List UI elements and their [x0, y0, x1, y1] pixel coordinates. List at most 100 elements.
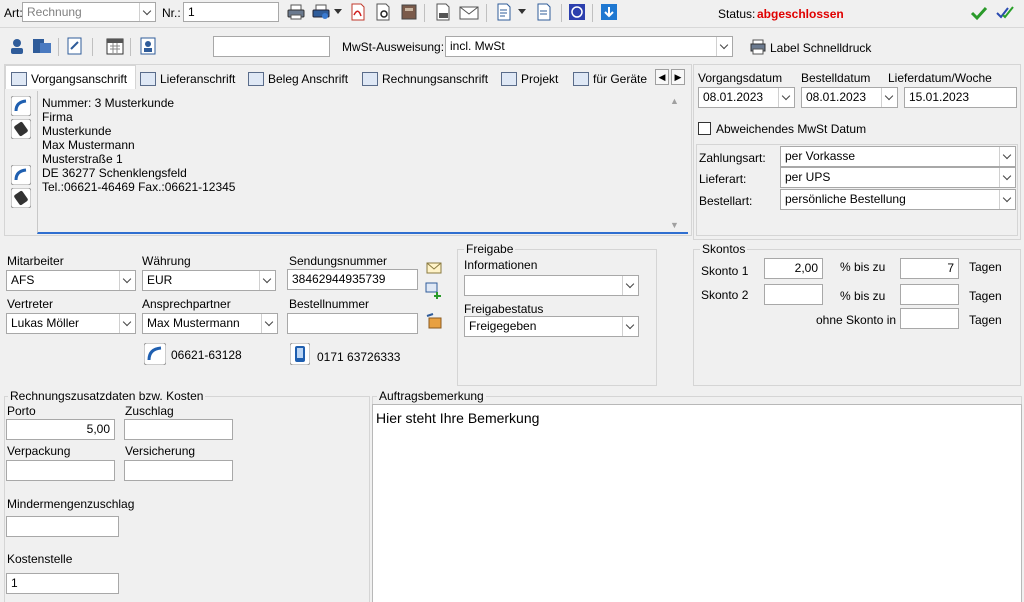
chevron-down-icon[interactable]	[999, 168, 1015, 187]
skonto1-days-input[interactable]: 7	[900, 258, 959, 279]
bestelldatum-label: Bestelldatum	[801, 71, 871, 85]
email-icon[interactable]	[459, 4, 479, 20]
freigabestatus-select[interactable]: Freigegeben	[464, 316, 639, 337]
edit-document-icon[interactable]	[66, 37, 84, 55]
order-number-icon[interactable]	[425, 312, 443, 330]
bestellnummer-input[interactable]	[287, 313, 418, 334]
versicherung-input[interactable]	[124, 460, 233, 481]
tab-scroll-left-icon[interactable]: ◀	[655, 69, 669, 85]
bemerkung-textarea[interactable]: Hier steht Ihre Bemerkung	[372, 404, 1022, 602]
mobile-phone-icon[interactable]	[11, 119, 31, 139]
mobile-number: 0171 63726333	[317, 350, 401, 364]
chevron-down-icon[interactable]	[259, 271, 275, 290]
kostenstelle-input[interactable]: 1	[6, 573, 119, 594]
phone-icon[interactable]	[144, 343, 166, 365]
tab-lieferanschrift[interactable]: Lieferanschrift	[140, 69, 235, 89]
dropdown-arrow-icon[interactable]	[518, 9, 526, 15]
verpackung-input[interactable]	[6, 460, 115, 481]
document-icon[interactable]	[496, 3, 512, 21]
chevron-down-icon[interactable]	[716, 37, 732, 56]
user-group-icon[interactable]	[32, 37, 52, 55]
porto-input[interactable]: 5,00	[6, 419, 115, 440]
nr-input[interactable]: 1	[183, 2, 279, 22]
mwst-select[interactable]: incl. MwSt	[445, 36, 733, 57]
ansprechpartner-select[interactable]: Max Mustermann	[142, 313, 278, 334]
mobile-phone-icon[interactable]	[11, 188, 31, 208]
sendungsnummer-input[interactable]: 38462944935739	[287, 269, 418, 290]
mindermengen-input[interactable]	[6, 516, 119, 537]
dropdown-arrow-icon[interactable]	[334, 9, 342, 15]
toolbar-divider	[486, 4, 487, 22]
skonto2-percent-input[interactable]	[764, 284, 823, 305]
zahlungsart-select[interactable]: per Vorkasse	[780, 146, 1016, 167]
tab-vorgangsanschrift[interactable]: Vorgangsanschrift	[11, 69, 127, 89]
chevron-down-icon[interactable]	[119, 271, 135, 290]
chevron-down-icon[interactable]	[622, 276, 638, 295]
bemerkung-title: Auftragsbemerkung	[377, 389, 486, 403]
ohne-skonto-input[interactable]	[900, 308, 959, 329]
archive-icon[interactable]	[401, 3, 417, 21]
add-tracking-icon[interactable]	[425, 282, 443, 300]
arrow-down-icon[interactable]	[600, 3, 618, 21]
tab-beleg-anschrift[interactable]: Beleg Anschrift	[248, 69, 348, 89]
tab-scroll-right-icon[interactable]: ▶	[671, 69, 685, 85]
abw-mwst-checkbox[interactable]	[698, 122, 711, 135]
scroll-up-icon[interactable]: ▲	[670, 96, 679, 106]
print-options-icon[interactable]	[312, 4, 330, 20]
calendar-icon[interactable]	[106, 37, 124, 55]
label-printer-icon[interactable]	[750, 39, 766, 55]
delivery-icon	[140, 72, 156, 86]
informationen-select[interactable]	[464, 275, 639, 296]
search-input[interactable]	[213, 36, 330, 57]
vertreter-select[interactable]: Lukas Möller	[6, 313, 136, 334]
users-list-icon[interactable]	[140, 37, 158, 55]
porto-label: Porto	[7, 404, 36, 418]
skonto2-days-input[interactable]	[900, 284, 959, 305]
phone-icon[interactable]	[11, 165, 31, 185]
toolbar-divider	[592, 4, 593, 22]
print-icon[interactable]	[287, 4, 305, 20]
bestelldatum-picker[interactable]: 08.01.2023	[801, 87, 898, 108]
mobile-icon[interactable]	[290, 343, 310, 365]
zuschlag-label: Zuschlag	[125, 404, 174, 418]
chevron-down-icon[interactable]	[119, 314, 135, 333]
user-icon[interactable]	[8, 37, 26, 55]
vorgangsdatum-picker[interactable]: 08.01.2023	[698, 87, 795, 108]
chevron-down-icon[interactable]	[778, 88, 794, 107]
mitarbeiter-label: Mitarbeiter	[7, 254, 64, 268]
waehrung-select[interactable]: EUR	[142, 270, 276, 291]
tab-projekt[interactable]: Projekt	[501, 69, 558, 89]
chevron-down-icon[interactable]	[999, 190, 1015, 209]
double-checkmark-icon[interactable]	[996, 4, 1016, 22]
lieferart-select[interactable]: per UPS	[780, 167, 1016, 188]
label-schnelldruck-button[interactable]: Label Schnelldruck	[770, 41, 871, 55]
tab-fuer-geraete[interactable]: für Geräte	[573, 69, 647, 89]
document-search-icon[interactable]	[375, 3, 391, 21]
chevron-down-icon[interactable]	[622, 317, 638, 336]
zuschlag-input[interactable]	[124, 419, 233, 440]
vorgangsdatum-label: Vorgangsdatum	[698, 71, 783, 85]
chevron-down-icon[interactable]	[139, 3, 155, 21]
tracking-mail-icon[interactable]	[425, 259, 445, 275]
print-preview-icon[interactable]	[434, 3, 452, 21]
chevron-down-icon[interactable]	[261, 314, 277, 333]
chevron-down-icon[interactable]	[999, 147, 1015, 166]
lieferdatum-input[interactable]: 15.01.2023	[904, 87, 1017, 108]
globe-icon[interactable]	[568, 3, 586, 21]
skonto1-percent-input[interactable]: 2,00	[764, 258, 823, 279]
sendungsnummer-label: Sendungsnummer	[289, 254, 388, 268]
art-select[interactable]: Rechnung	[22, 2, 156, 22]
bestellart-label: Bestellart:	[699, 194, 753, 208]
phone-number: 06621-63128	[171, 348, 242, 362]
pdf-icon[interactable]	[350, 3, 366, 21]
skonto1-bis-label: % bis zu	[840, 260, 886, 274]
phone-icon[interactable]	[11, 96, 31, 116]
mitarbeiter-select[interactable]: AFS	[6, 270, 136, 291]
document-list-icon[interactable]	[536, 3, 552, 21]
chevron-down-icon[interactable]	[881, 88, 897, 107]
toolbar-divider	[58, 38, 59, 56]
tab-rechnungsanschrift[interactable]: Rechnungsanschrift	[362, 69, 488, 89]
scroll-down-icon[interactable]: ▼	[670, 220, 679, 230]
checkmark-icon[interactable]	[970, 5, 988, 21]
bestellart-select[interactable]: persönliche Bestellung	[780, 189, 1016, 210]
